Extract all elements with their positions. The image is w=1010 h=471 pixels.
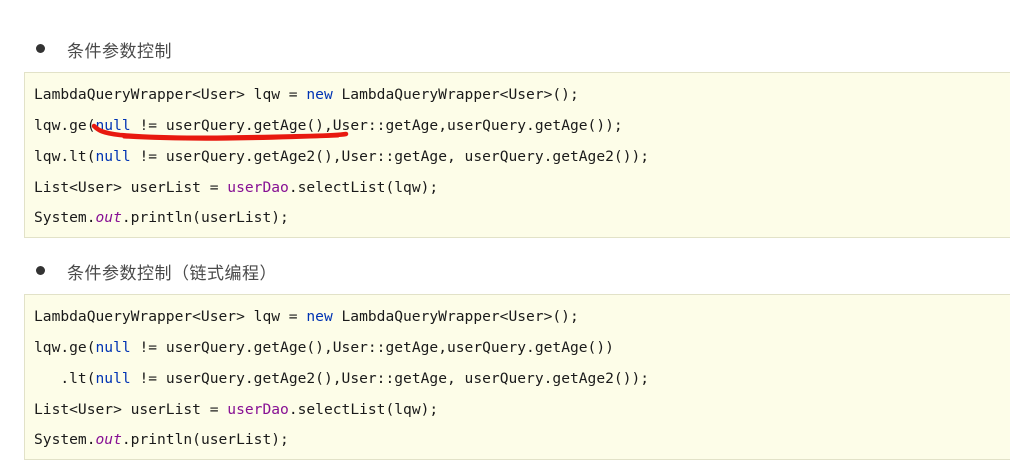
section-heading: 条件参数控制 xyxy=(67,42,172,62)
code-text: System. xyxy=(34,209,96,226)
code-line: .lt(null != userQuery.getAge2(),User::ge… xyxy=(34,368,649,390)
code-line: System.out.println(userList); xyxy=(34,207,289,229)
code-line: LambdaQueryWrapper<User> lqw = new Lambd… xyxy=(34,84,579,106)
code-block-1: LambdaQueryWrapper<User> lqw = new Lambd… xyxy=(24,72,1010,238)
code-text: LambdaQueryWrapper<User> lqw = xyxy=(34,308,307,325)
section-heading: 条件参数控制（链式编程） xyxy=(67,264,277,284)
code-text: LambdaQueryWrapper<User> lqw = xyxy=(34,86,307,103)
code-text: List<User> userList = xyxy=(34,179,228,196)
bullet-dot-icon xyxy=(36,266,45,275)
code-keyword: null xyxy=(95,370,131,387)
code-line: List<User> userList = userDao.selectList… xyxy=(34,177,438,199)
code-text: .lt( xyxy=(34,370,96,387)
code-keyword: null xyxy=(95,117,131,134)
code-text: lqw.lt( xyxy=(34,148,96,165)
code-keyword: new xyxy=(306,308,333,325)
code-line: List<User> userList = userDao.selectList… xyxy=(34,399,438,421)
code-keyword: new xyxy=(306,86,333,103)
code-field: userDao xyxy=(227,401,289,418)
code-text: != userQuery.getAge2(),User::getAge, use… xyxy=(130,148,650,165)
code-line: lqw.lt(null != userQuery.getAge2(),User:… xyxy=(34,146,649,168)
code-line: lqw.ge(null != userQuery.getAge(),User::… xyxy=(34,337,614,359)
code-line: LambdaQueryWrapper<User> lqw = new Lambd… xyxy=(34,306,579,328)
code-text: LambdaQueryWrapper<User>(); xyxy=(332,308,579,325)
code-text: lqw.ge( xyxy=(34,339,96,356)
code-block-2: LambdaQueryWrapper<User> lqw = new Lambd… xyxy=(24,294,1010,460)
code-field: userDao xyxy=(227,179,289,196)
bullet-dot-icon xyxy=(36,44,45,53)
code-text: != userQuery.getAge2(),User::getAge, use… xyxy=(130,370,650,387)
code-line: System.out.println(userList); xyxy=(34,429,289,451)
code-field: out xyxy=(95,209,122,226)
code-text: LambdaQueryWrapper<User>(); xyxy=(332,86,579,103)
code-text: != userQuery.getAge(),User::getAge,userQ… xyxy=(130,339,614,356)
code-line: lqw.ge(null != userQuery.getAge(),User::… xyxy=(34,115,623,137)
code-text: .println(userList); xyxy=(121,431,289,448)
code-keyword: null xyxy=(95,148,131,165)
code-text: .println(userList); xyxy=(121,209,289,226)
code-text: System. xyxy=(34,431,96,448)
code-text: List<User> userList = xyxy=(34,401,228,418)
code-text: != userQuery.getAge(),User::getAge,userQ… xyxy=(130,117,623,134)
code-text: .selectList(lqw); xyxy=(288,179,439,196)
code-text: .selectList(lqw); xyxy=(288,401,439,418)
code-field: out xyxy=(95,431,122,448)
code-text: lqw.ge( xyxy=(34,117,96,134)
code-keyword: null xyxy=(95,339,131,356)
